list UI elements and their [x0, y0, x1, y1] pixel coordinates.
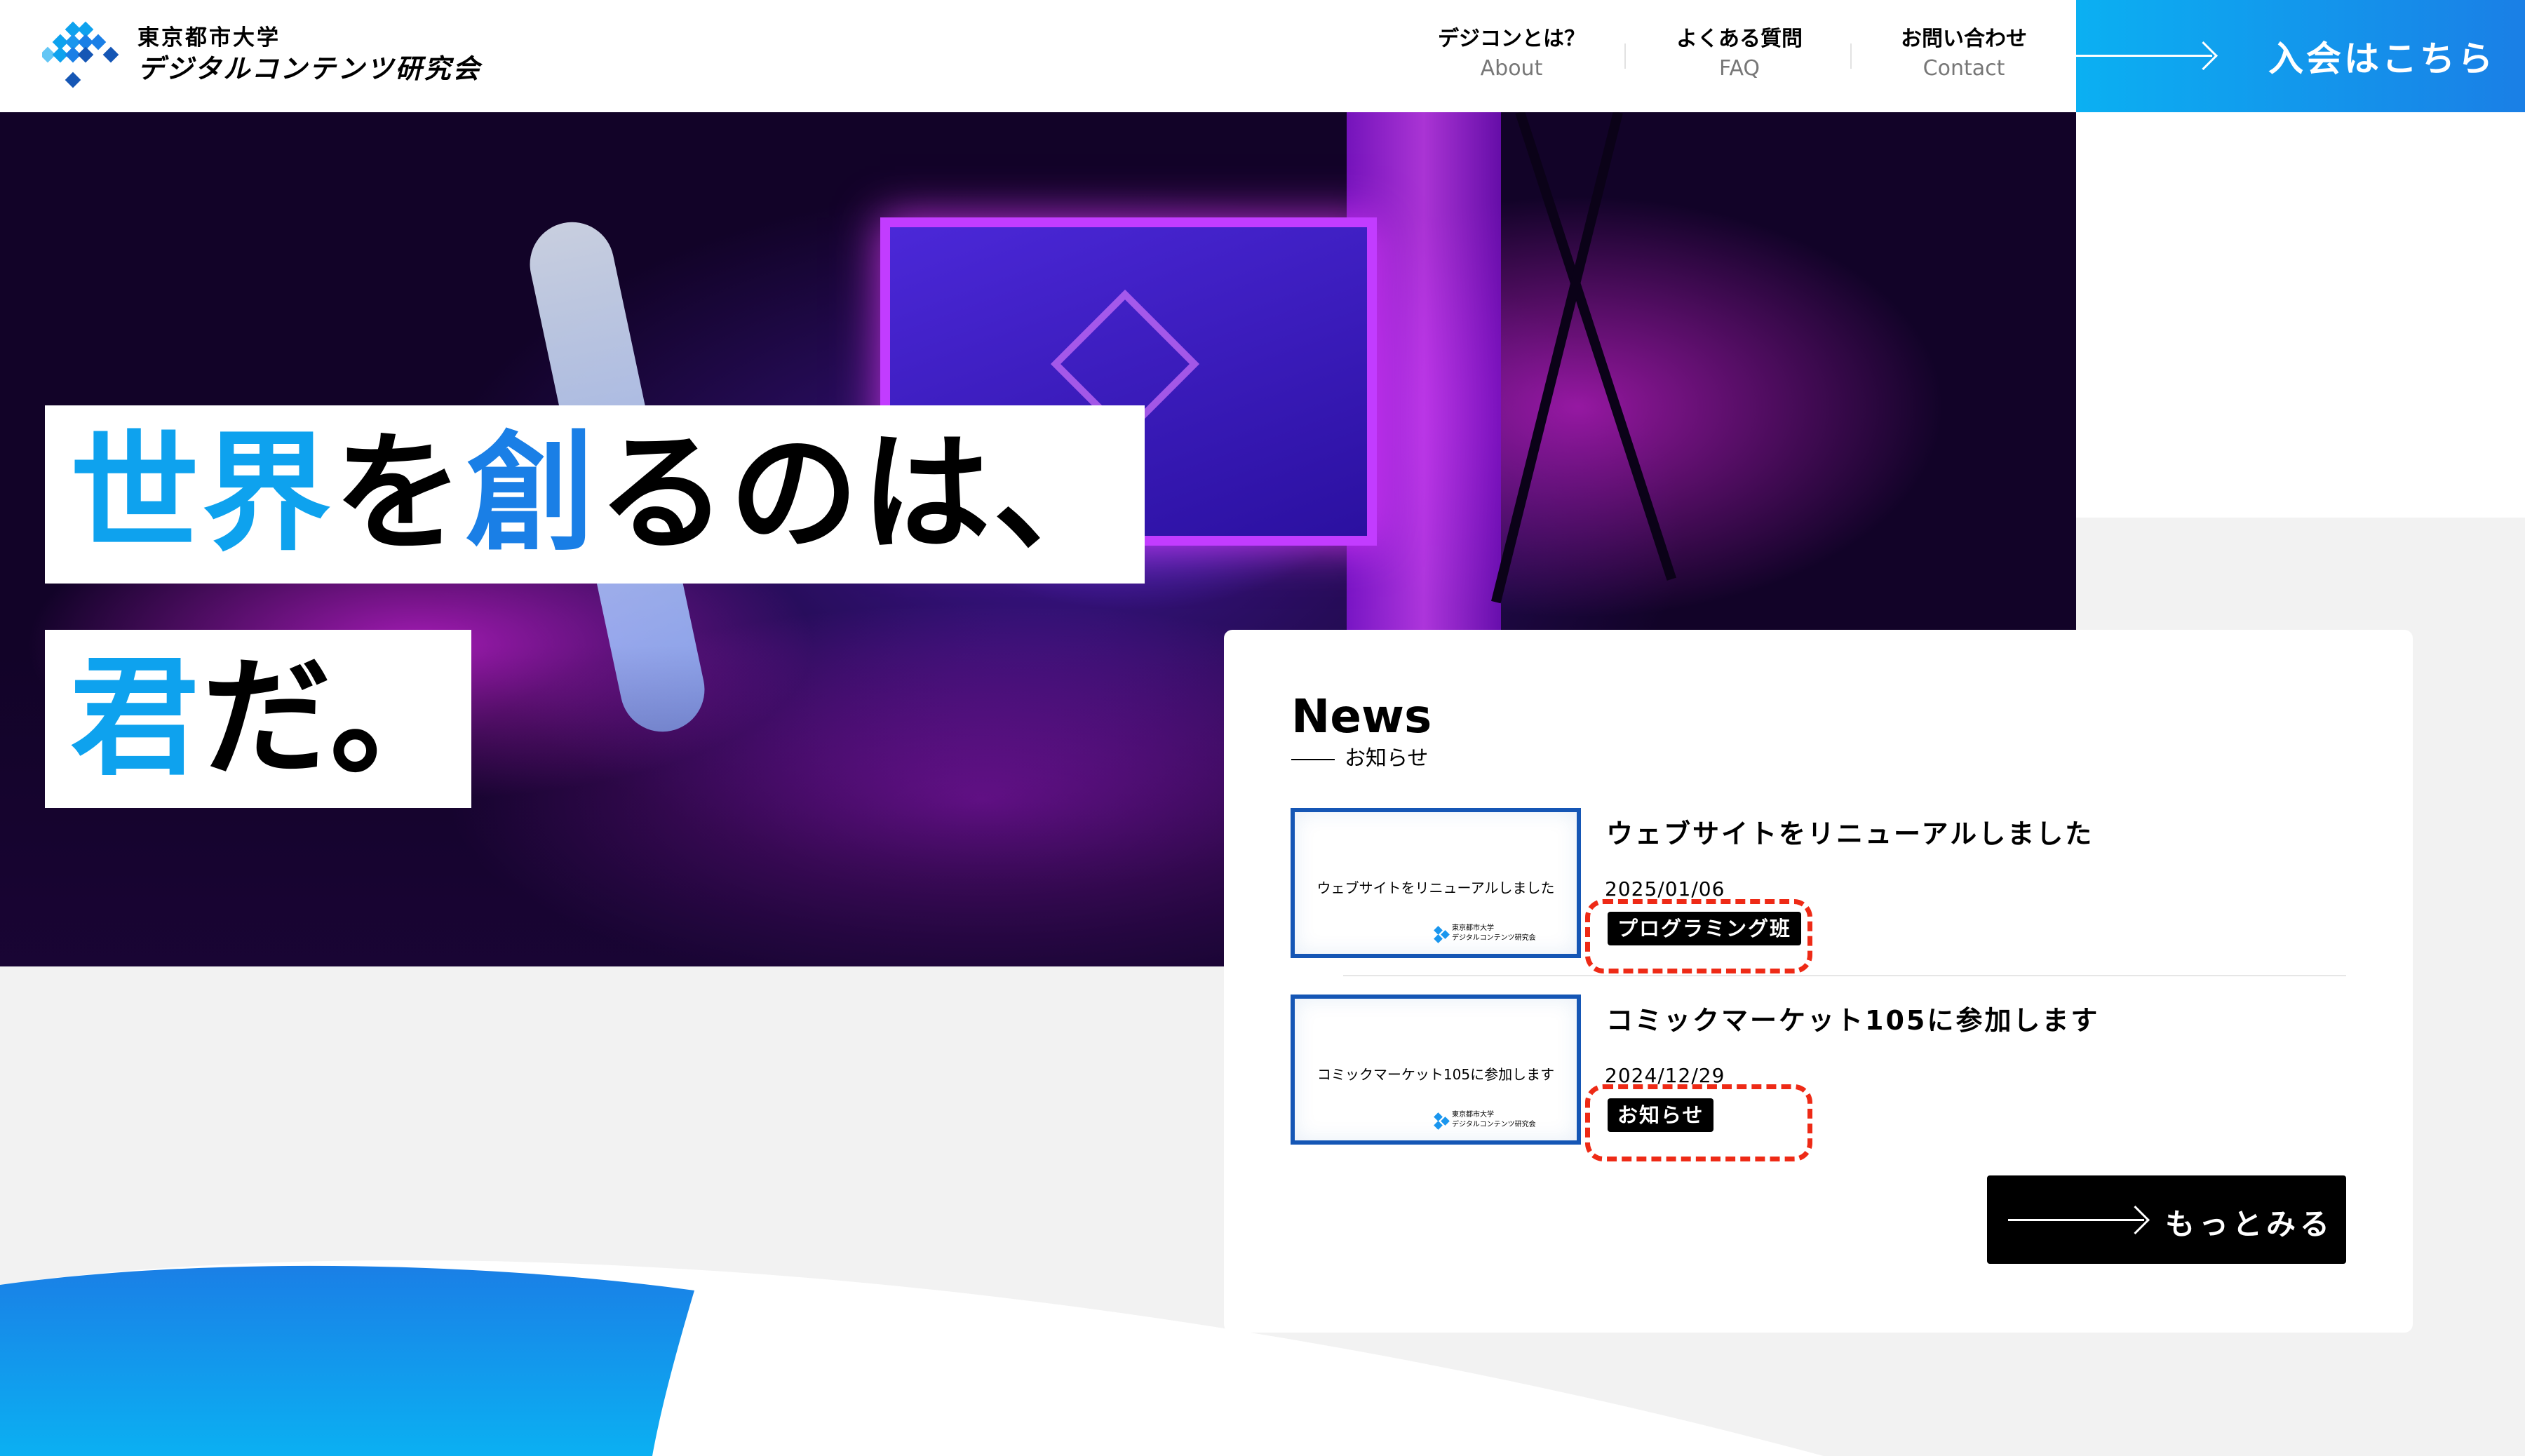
news-thumbnail-logo: 東京都市大学 デジタルコンテンツ研究会: [1432, 1111, 1566, 1132]
nav-faq-label: よくある質問: [1676, 27, 1803, 51]
news-thumbnail-text: コミックマーケット105に参加します: [1317, 1066, 1555, 1083]
thumb-logo-line2: デジタルコンテンツ研究会: [1452, 1121, 1536, 1128]
hero-line2-segment: 君: [70, 643, 203, 793]
nav-divider: [1850, 43, 1852, 69]
site-header: 東京都市大学 デジタルコンテンツ研究会 デジコンとは？ About よくある質問…: [0, 0, 2076, 112]
more-news-button[interactable]: もっとみる: [1987, 1175, 2346, 1264]
hero-line2-segment: だ。: [202, 643, 462, 793]
join-button-label: 入会はこちら: [2268, 39, 2496, 79]
nav-faq[interactable]: よくある質問 FAQ: [1655, 24, 1824, 81]
nav-about[interactable]: デジコンとは？ About: [1424, 24, 1599, 81]
news-heading: News: [1291, 689, 1432, 743]
hero-line1-segment: 創: [466, 419, 598, 569]
nav-about-sublabel: About: [1480, 56, 1543, 81]
news-thumbnail: コミックマーケット105に参加します 東京都市大学 デジタルコンテンツ研究会: [1291, 995, 1581, 1145]
news-item-title: ウェブサイトをリニューアルしました: [1606, 818, 2094, 849]
thumb-logo-line1: 東京都市大学: [1452, 924, 1494, 932]
hero-tagline-line2: 君だ。: [70, 641, 462, 795]
hero-line1-segment: を: [334, 419, 466, 569]
nav-about-label: デジコンとは？: [1438, 27, 1585, 51]
nav-divider: [1624, 43, 1626, 69]
hero-tagline-line1-box: 世界を創るのは、: [45, 405, 1145, 584]
more-news-label: もっとみる: [2165, 1207, 2334, 1241]
news-item[interactable]: ウェブサイトをリニューアルしました 東京都市大学 デジタルコンテンツ研究会 ウェ…: [1291, 808, 2343, 973]
arrow-right-icon: [2008, 1219, 2144, 1221]
hero-line1-segment: 世界: [70, 419, 335, 569]
hero-tagline-line2-box: 君だ。: [45, 630, 471, 808]
join-button[interactable]: 入会はこちら: [2076, 0, 2525, 112]
news-panel: News お知らせ ウェブサイトをリニューアルしました 東京都市大学 デジタルコ…: [1224, 630, 2413, 1333]
nav-contact-sublabel: Contact: [1923, 56, 2005, 81]
news-thumbnail-text: ウェブサイトをリニューアルしました: [1317, 879, 1555, 896]
news-subheading: お知らせ: [1291, 745, 1428, 773]
news-thumbnail-logo: 東京都市大学 デジタルコンテンツ研究会: [1432, 924, 1566, 945]
logo-club-name: デジタルコンテンツ研究会: [137, 53, 482, 84]
logo-diamonds-icon: [42, 21, 119, 88]
hero-side-panel: [2076, 112, 2525, 518]
logo-university: 東京都市大学: [137, 25, 281, 50]
news-item-tag[interactable]: お知らせ: [1608, 1098, 1714, 1132]
news-thumbnail: ウェブサイトをリニューアルしました 東京都市大学 デジタルコンテンツ研究会: [1291, 808, 1581, 958]
hero-tagline-line1: 世界を創るのは、: [70, 417, 1125, 571]
news-item-title: コミックマーケット105に参加します: [1606, 1005, 2100, 1036]
logo-text: 東京都市大学 デジタルコンテンツ研究会: [137, 24, 481, 86]
arrow-right-icon: [2076, 55, 2212, 57]
nav-faq-sublabel: FAQ: [1718, 56, 1760, 81]
hero-line1-segment: るのは、: [598, 419, 1126, 569]
thumb-logo-line2: デジタルコンテンツ研究会: [1452, 934, 1536, 942]
news-divider: [1343, 975, 2346, 976]
nav-contact-label: お問い合わせ: [1901, 27, 2027, 51]
news-item-date: 2024/12/29: [1605, 1064, 1725, 1087]
thumb-logo-line1: 東京都市大学: [1452, 1111, 1494, 1119]
news-item[interactable]: コミックマーケット105に参加します 東京都市大学 デジタルコンテンツ研究会 コ…: [1291, 995, 2343, 1161]
nav-contact[interactable]: お問い合わせ Contact: [1880, 24, 2048, 81]
news-item-date: 2025/01/06: [1605, 877, 1725, 901]
site-logo[interactable]: 東京都市大学 デジタルコンテンツ研究会: [42, 21, 491, 91]
news-item-tag[interactable]: プログラミング班: [1608, 912, 1802, 945]
